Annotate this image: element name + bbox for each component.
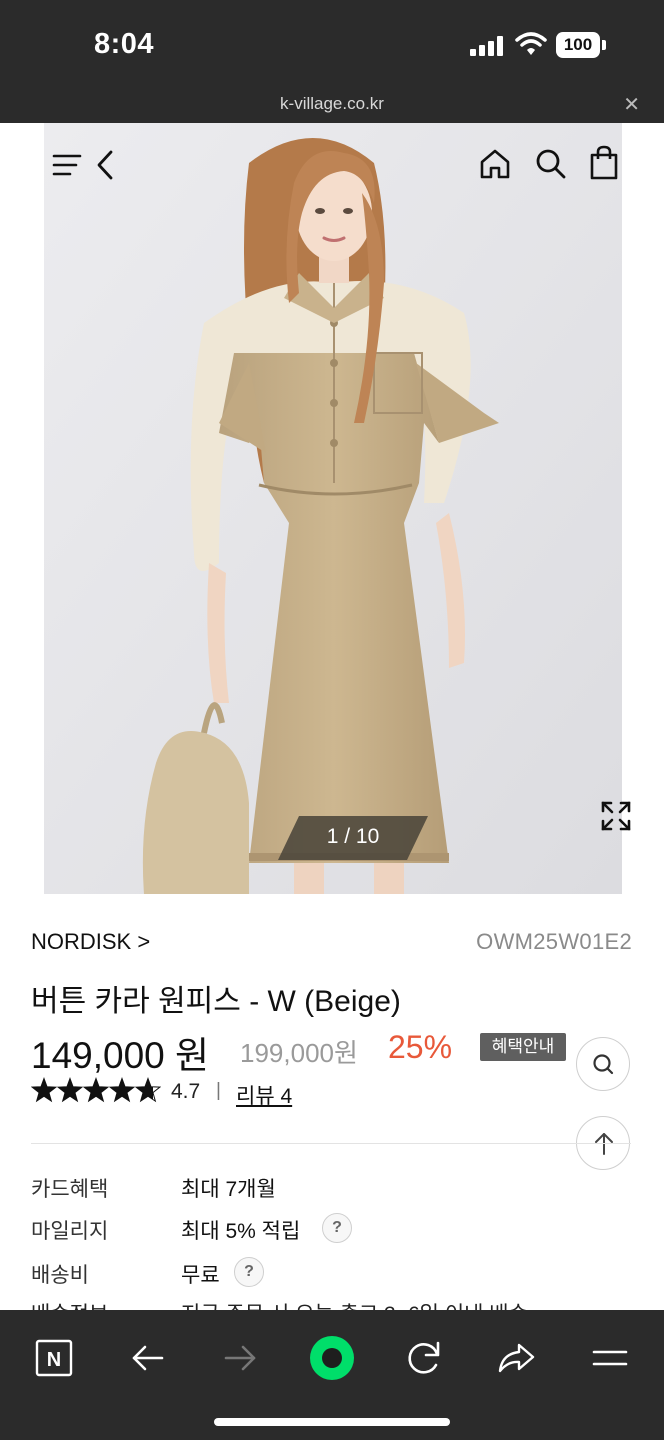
info-row-shipping-fee: 배송비 무료 ? <box>31 1257 631 1289</box>
url-text[interactable]: k-village.co.kr <box>0 94 664 114</box>
brand-link[interactable]: NORDISK > <box>31 929 150 955</box>
expand-icon[interactable] <box>600 800 632 832</box>
rating-stars <box>31 1077 161 1103</box>
battery-level: 100 <box>556 32 600 58</box>
product-image-gallery[interactable] <box>44 123 622 894</box>
browser-url-bar[interactable]: k-village.co.kr ✕ <box>0 90 664 123</box>
image-counter-text: 1 / 10 <box>326 825 380 848</box>
search-icon[interactable] <box>534 147 568 181</box>
help-icon[interactable]: ? <box>322 1213 352 1243</box>
sale-price: 149,000 원 <box>31 1035 210 1076</box>
naver-n-button[interactable]: N <box>24 1328 84 1388</box>
naver-letter: N <box>47 1349 61 1371</box>
reload-icon <box>408 1341 440 1374</box>
naver-n-icon: N <box>35 1339 73 1377</box>
wifi-icon <box>515 32 547 55</box>
rating-star <box>56 1077 84 1103</box>
info-label: 배송비 <box>31 1264 89 1287</box>
menu-icon <box>592 1350 628 1366</box>
info-value: 최대 5% 적립 <box>181 1220 301 1243</box>
naver-green-dot-icon <box>310 1336 354 1380</box>
divider <box>31 1143 631 1144</box>
cellular-signal-icon <box>470 36 506 56</box>
original-price: 199,000원 <box>240 1038 358 1068</box>
help-icon[interactable]: ? <box>234 1257 264 1287</box>
battery-icon: 100 <box>556 32 606 58</box>
browser-menu-button[interactable] <box>580 1328 640 1388</box>
rating-value: 4.7 <box>171 1080 201 1103</box>
shopping-bag-icon[interactable] <box>588 145 620 181</box>
rating-star <box>82 1077 110 1103</box>
info-label: 카드혜택 <box>31 1178 109 1201</box>
back-arrow-icon <box>132 1345 164 1371</box>
close-icon[interactable]: ✕ <box>623 92 640 117</box>
forward-arrow-icon <box>224 1345 256 1371</box>
back-button[interactable] <box>118 1328 178 1388</box>
share-button[interactable] <box>486 1328 546 1388</box>
info-value: 무료 <box>181 1264 220 1287</box>
review-link[interactable]: 리뷰 4 <box>236 1080 292 1110</box>
search-icon <box>593 1054 614 1075</box>
product-photo <box>44 123 622 894</box>
share-icon <box>498 1343 535 1373</box>
arrow-up-icon <box>595 1133 613 1155</box>
back-chevron-icon[interactable] <box>94 149 116 181</box>
status-time: 8:04 <box>94 28 155 60</box>
naver-green-dot-button[interactable] <box>302 1328 362 1388</box>
rating-star <box>31 1077 58 1103</box>
home-indicator <box>214 1418 450 1426</box>
info-label: 마일리지 <box>31 1220 109 1243</box>
home-icon[interactable] <box>478 147 512 181</box>
info-row-card-benefit: 카드혜택 최대 7개월 <box>31 1173 631 1203</box>
discount-rate: 25% <box>388 1029 453 1065</box>
rating-star <box>134 1077 161 1103</box>
menu-icon[interactable] <box>52 151 84 179</box>
status-bar: 8:04 100 <box>0 0 664 90</box>
benefit-info-button[interactable]: 혜택안내 <box>480 1033 566 1061</box>
image-counter: 1 / 10 <box>278 816 428 860</box>
forward-button[interactable] <box>210 1328 270 1388</box>
info-value: 최대 7개월 <box>181 1178 276 1201</box>
product-code: OWM25W01E2 <box>476 929 632 954</box>
info-row-mileage: 마일리지 최대 5% 적립 ? <box>31 1213 631 1245</box>
rating-separator: | <box>216 1080 221 1101</box>
floating-search-button[interactable] <box>576 1037 630 1091</box>
reload-button[interactable] <box>394 1328 454 1388</box>
rating-star <box>108 1077 136 1103</box>
product-name: 버튼 카라 원피스 - W (Beige) <box>31 985 401 1018</box>
